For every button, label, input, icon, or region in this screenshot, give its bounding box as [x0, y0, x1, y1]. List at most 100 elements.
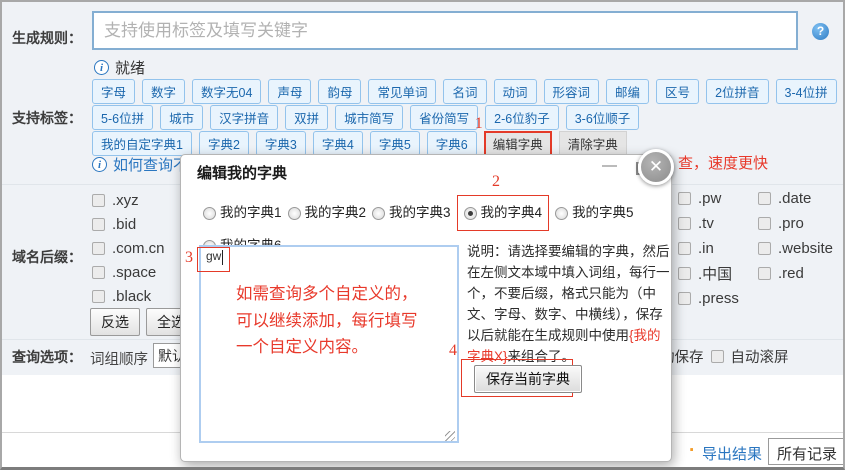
suffix-checkbox[interactable]: .in [678, 240, 739, 256]
radio-label: 我的字典1 [220, 198, 282, 228]
suffix-checkbox[interactable]: .red [758, 265, 833, 281]
suffix-checkbox[interactable]: .date [758, 190, 833, 206]
tag-button[interactable]: 常见单词 [368, 79, 436, 104]
tag-button[interactable]: 2位拼音 [706, 79, 768, 104]
dict-tag-group: 我的自定字典1 字典2 字典3 字典4 字典5 字典6 [92, 131, 477, 156]
resize-grip-icon[interactable] [445, 431, 455, 441]
dict-tag-button[interactable]: 字典6 [427, 131, 477, 156]
dictionary-radio[interactable]: 我的字典5 [555, 198, 634, 228]
autoscroll-checkbox[interactable] [711, 350, 724, 363]
tag-button[interactable]: 名词 [443, 79, 486, 104]
dict-tag-button[interactable]: 字典4 [313, 131, 363, 156]
suffix-checkbox[interactable]: .tv [678, 215, 739, 231]
suffix-text: .website [778, 240, 833, 257]
dict-tag-button[interactable]: 字典5 [370, 131, 420, 156]
suffix-checkbox[interactable]: .website [758, 240, 833, 256]
export-results-link[interactable]: 导出结果 [702, 443, 762, 464]
tag-button[interactable]: 城市简写 [335, 105, 403, 130]
tag-button[interactable]: 城市 [160, 105, 203, 130]
suffix-text: .com.cn [112, 240, 165, 257]
dictionary-radio[interactable]: 我的字典3 [372, 198, 451, 228]
suffix-checkbox[interactable]: .中国 [678, 265, 739, 281]
records-filter-select[interactable]: 所有记录 [768, 438, 845, 465]
tag-button[interactable]: 2-6位豹子 [485, 105, 559, 130]
suffix-checkbox[interactable]: .xyz [92, 192, 165, 208]
checkbox-icon [678, 292, 691, 305]
suffix-text: .bid [112, 216, 136, 233]
suffix-text: .中国 [698, 263, 732, 284]
info-icon: i [94, 60, 109, 75]
checkbox-icon [758, 192, 771, 205]
tag-button[interactable]: 省份简写 [410, 105, 478, 130]
suffix-checkbox[interactable]: .pw [678, 190, 739, 206]
help-icon[interactable]: ? [812, 23, 829, 40]
suffix-checkbox[interactable]: .press [678, 290, 739, 306]
close-icon[interactable]: ✕ [638, 149, 674, 185]
dict-tag-button[interactable]: 我的自定字典1 [92, 131, 192, 156]
info-icon: i [92, 157, 107, 172]
suffix-checkbox[interactable]: .com.cn [92, 240, 165, 256]
dict-tag-button[interactable]: 字典2 [199, 131, 249, 156]
checkbox-icon [758, 217, 771, 230]
tag-button[interactable]: 3-4位拼 [776, 79, 837, 104]
suffix-text: .press [698, 290, 739, 307]
tag-button[interactable]: 3-6位顺子 [566, 105, 640, 130]
tag-button[interactable]: 5-6位拼 [92, 105, 153, 130]
suffix-checkbox[interactable]: .space [92, 264, 165, 280]
suffix-column-right: .date .pro .website .red [758, 190, 833, 281]
invert-selection-button[interactable]: 反选 [90, 308, 140, 336]
checkbox-icon [92, 218, 105, 231]
minimize-icon[interactable]: — [602, 157, 622, 174]
suffix-text: .pro [778, 215, 804, 232]
tag-row-2: 5-6位拼城市汉字拼音双拼城市简写省份简写 2-6位豹子 3-6位顺子 [92, 105, 639, 130]
suffix-label: 域名后缀： [12, 247, 82, 267]
suffix-text: .red [778, 265, 804, 282]
dictionary-radio[interactable]: 我的字典1 [203, 198, 282, 228]
tag-button[interactable]: 声母 [268, 79, 311, 104]
hint-link-partial[interactable]: 如何查询不 [113, 154, 188, 175]
auto-options-row: 动保存 自动滚屏 [660, 346, 789, 367]
radio-label: 我的字典3 [389, 198, 451, 228]
annotation-step-3: 3 [185, 247, 193, 269]
radio-label: 我的字典4 [481, 198, 543, 228]
tag-button[interactable]: 数字无04 [192, 79, 261, 104]
dictionary-radio[interactable]: 我的字典2 [288, 198, 367, 228]
tag-button[interactable]: 区号 [656, 79, 699, 104]
hint-red-partial: 查，速度更快 [678, 152, 768, 173]
suffix-text: .tv [698, 215, 714, 232]
tag-button[interactable]: 双拼 [285, 105, 328, 130]
status-text: 就绪 [115, 57, 145, 78]
tag-button[interactable]: 汉字拼音 [210, 105, 278, 130]
edit-dict-button[interactable]: 编辑字典 [484, 131, 552, 156]
domain-query-tool-window: 生成规则： ? i 就绪 支持标签： 字母数字数字无04声母韵母常见单词名词动词… [0, 0, 845, 470]
tag-button[interactable]: 形容词 [544, 79, 600, 104]
suffix-checkbox[interactable]: .bid [92, 216, 165, 232]
dictionary-radio[interactable]: 我的字典42 [457, 195, 550, 231]
suffix-column-mid: .pw .tv .in .中国 .press [678, 190, 739, 306]
annotation-step-1: 1 [475, 115, 483, 133]
tag-button[interactable]: 邮编 [606, 79, 649, 104]
tag-button[interactable]: 字母 [92, 79, 135, 104]
suffix-column-left: .xyz .bid .com.cn .space .black [92, 192, 165, 304]
dict-tag-button[interactable]: 字典3 [256, 131, 306, 156]
tag-row-3: 我的自定字典1字典2字典3字典4字典5字典6 1 编辑字典 清除字典 [92, 131, 627, 156]
suffix-text: .in [698, 240, 714, 257]
checkbox-icon [92, 194, 105, 207]
suffix-checkbox[interactable]: .pro [758, 215, 833, 231]
annotation-note: 如需查询多个自定义的， 可以继续添加，每行填写 一个自定义内容。 [236, 281, 476, 361]
rule-input[interactable] [92, 11, 798, 50]
checkbox-icon [758, 267, 771, 280]
checkbox-icon [678, 242, 691, 255]
radio-icon [555, 207, 568, 220]
radio-label: 我的字典5 [572, 198, 634, 228]
save-dictionary-button[interactable]: 保存当前字典 [474, 365, 582, 393]
suffix-checkbox[interactable]: .black [92, 288, 165, 304]
radio-icon [203, 207, 216, 220]
edit-dictionary-modal: 编辑我的字典 — ✕ 我的字典1我的字典2我的字典3我的字典42我的字典5我的字… [180, 154, 672, 462]
checkbox-icon [678, 267, 691, 280]
radio-icon [464, 207, 477, 220]
tag-button[interactable]: 韵母 [318, 79, 361, 104]
tag-button[interactable]: 数字 [142, 79, 185, 104]
tag-button[interactable]: 动词 [494, 79, 537, 104]
clear-dict-button[interactable]: 清除字典 [559, 131, 627, 156]
